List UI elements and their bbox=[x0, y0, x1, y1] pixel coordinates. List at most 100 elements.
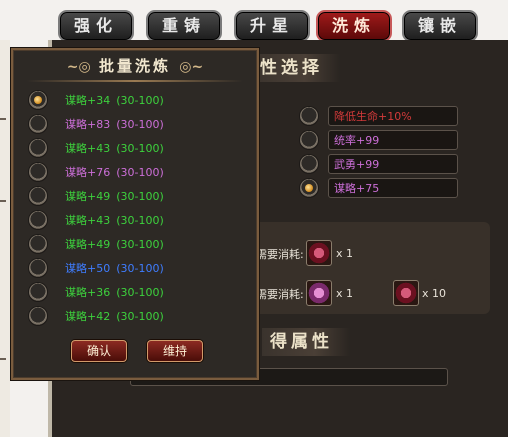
attribute-field: 谋略+75 bbox=[328, 178, 458, 198]
option-row[interactable]: 谋略+36 (30-100) bbox=[29, 282, 249, 302]
attribute-field: 降低生命+10% bbox=[328, 106, 458, 126]
radio-button[interactable] bbox=[29, 211, 47, 229]
radio-button[interactable] bbox=[29, 115, 47, 133]
batch-refine-dialog: ~◎ 批量洗炼 ◎~ 谋略+34 (30-100) 谋略+83 (30-100) 谋略+… bbox=[11, 48, 259, 380]
radio-button[interactable] bbox=[29, 259, 47, 277]
option-name: 谋略 bbox=[65, 166, 87, 179]
left-rail bbox=[0, 40, 10, 437]
option-range: (30-100) bbox=[116, 94, 164, 107]
attribute-text: 降低生命+10% bbox=[334, 110, 412, 123]
attribute-text: 统率+99 bbox=[334, 134, 380, 147]
option-value: +34 bbox=[87, 94, 111, 107]
option-value: +42 bbox=[87, 310, 111, 323]
confirm-button[interactable]: 确认 bbox=[71, 340, 127, 362]
tab-strengthen[interactable]: 强化 bbox=[58, 10, 134, 42]
option-range: (30-100) bbox=[116, 262, 164, 275]
option-row[interactable]: 谋略+43 (30-100) bbox=[29, 210, 249, 230]
option-range: (30-100) bbox=[116, 238, 164, 251]
cost-label: 需要消耗: bbox=[256, 288, 304, 301]
section-title-obtained-attribute: 得属性 bbox=[262, 328, 350, 356]
option-text: 谋略+76 (30-100) bbox=[65, 164, 164, 180]
option-value: +83 bbox=[87, 118, 111, 131]
option-value: +43 bbox=[87, 142, 111, 155]
gem-icon[interactable] bbox=[306, 280, 332, 306]
game-window: 强化 重铸 升星 洗炼 镶嵌 性选择 降低生命+10% 统率+99 武勇+99 谋略+… bbox=[0, 0, 508, 437]
radio-button[interactable] bbox=[300, 131, 318, 149]
gem-qty: x 1 bbox=[336, 287, 354, 300]
rail-mark bbox=[0, 118, 6, 120]
cost-label: 需要消耗: bbox=[256, 248, 304, 261]
tab-recast[interactable]: 重铸 bbox=[146, 10, 222, 42]
option-value: +49 bbox=[87, 190, 111, 203]
option-name: 谋略 bbox=[65, 190, 87, 203]
option-row[interactable]: 谋略+49 (30-100) bbox=[29, 186, 249, 206]
option-row[interactable]: 谋略+50 (30-100) bbox=[29, 258, 249, 278]
divider bbox=[27, 80, 243, 82]
option-range: (30-100) bbox=[116, 118, 164, 131]
option-value: +76 bbox=[87, 166, 111, 179]
section-title-attribute-select: 性选择 bbox=[252, 54, 340, 82]
dialog-title-text: 批量洗炼 bbox=[98, 57, 171, 75]
option-row[interactable]: 谋略+83 (30-100) bbox=[29, 114, 249, 134]
radio-button[interactable] bbox=[29, 91, 47, 109]
radio-button[interactable] bbox=[29, 187, 47, 205]
option-text: 谋略+34 (30-100) bbox=[65, 92, 164, 108]
option-row[interactable]: 谋略+42 (30-100) bbox=[29, 306, 249, 326]
tab-bar: 强化 重铸 升星 洗炼 镶嵌 bbox=[58, 10, 508, 44]
ornament-icon: ~◎ bbox=[66, 59, 91, 75]
tab-star-up[interactable]: 升星 bbox=[234, 10, 310, 42]
ornament-icon: ◎~ bbox=[179, 59, 204, 75]
option-value: +50 bbox=[87, 262, 111, 275]
option-text: 谋略+43 (30-100) bbox=[65, 212, 164, 228]
keep-button[interactable]: 维持 bbox=[147, 340, 203, 362]
radio-button[interactable] bbox=[300, 107, 318, 125]
option-text: 谋略+43 (30-100) bbox=[65, 140, 164, 156]
radio-button[interactable] bbox=[300, 179, 318, 197]
rail-mark bbox=[0, 200, 6, 202]
material-icon[interactable] bbox=[393, 280, 419, 306]
radio-button[interactable] bbox=[29, 283, 47, 301]
material-qty: x 10 bbox=[422, 287, 447, 300]
attribute-text: 谋略+75 bbox=[334, 182, 380, 195]
option-text: 谋略+42 (30-100) bbox=[65, 308, 164, 324]
option-range: (30-100) bbox=[116, 286, 164, 299]
option-row[interactable]: 谋略+49 (30-100) bbox=[29, 234, 249, 254]
radio-button[interactable] bbox=[29, 163, 47, 181]
option-name: 谋略 bbox=[65, 286, 87, 299]
material-icon[interactable] bbox=[306, 240, 332, 266]
attribute-field: 武勇+99 bbox=[328, 154, 458, 174]
option-name: 谋略 bbox=[65, 118, 87, 131]
radio-button[interactable] bbox=[29, 235, 47, 253]
option-range: (30-100) bbox=[116, 142, 164, 155]
option-range: (30-100) bbox=[116, 166, 164, 179]
radio-button[interactable] bbox=[29, 307, 47, 325]
attribute-row[interactable]: 谋略+75 bbox=[300, 178, 462, 200]
option-text: 谋略+83 (30-100) bbox=[65, 116, 164, 132]
option-value: +43 bbox=[87, 214, 111, 227]
option-name: 谋略 bbox=[65, 238, 87, 251]
option-value: +49 bbox=[87, 238, 111, 251]
tab-inlay[interactable]: 镶嵌 bbox=[402, 10, 478, 42]
radio-button[interactable] bbox=[29, 139, 47, 157]
attribute-row[interactable]: 武勇+99 bbox=[300, 154, 462, 176]
attribute-row[interactable]: 降低生命+10% bbox=[300, 106, 462, 128]
radio-button[interactable] bbox=[300, 155, 318, 173]
option-range: (30-100) bbox=[116, 310, 164, 323]
option-name: 谋略 bbox=[65, 142, 87, 155]
material-qty: x 1 bbox=[336, 247, 354, 260]
option-range: (30-100) bbox=[116, 214, 164, 227]
option-name: 谋略 bbox=[65, 262, 87, 275]
tab-refine[interactable]: 洗炼 bbox=[316, 10, 392, 42]
option-name: 谋略 bbox=[65, 214, 87, 227]
option-row[interactable]: 谋略+34 (30-100) bbox=[29, 90, 249, 110]
option-text: 谋略+50 (30-100) bbox=[65, 260, 164, 276]
option-row[interactable]: 谋略+43 (30-100) bbox=[29, 138, 249, 158]
attribute-row[interactable]: 统率+99 bbox=[300, 130, 462, 152]
attribute-text: 武勇+99 bbox=[334, 158, 380, 171]
option-row[interactable]: 谋略+76 (30-100) bbox=[29, 162, 249, 182]
option-text: 谋略+49 (30-100) bbox=[65, 188, 164, 204]
attribute-field: 统率+99 bbox=[328, 130, 458, 150]
option-name: 谋略 bbox=[65, 94, 87, 107]
option-range: (30-100) bbox=[116, 190, 164, 203]
option-text: 谋略+36 (30-100) bbox=[65, 284, 164, 300]
